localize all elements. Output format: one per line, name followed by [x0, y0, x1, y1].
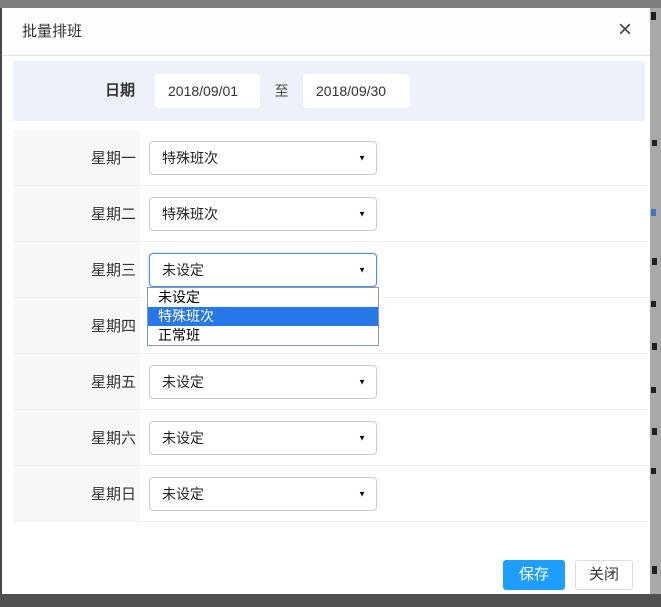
background-page-fragment — [651, 209, 656, 216]
end-date-input[interactable] — [303, 74, 410, 108]
dropdown-option-highlighted[interactable]: 特殊班次 — [148, 307, 378, 326]
weekday-rows: 星期一 特殊班次 ▼ 星期二 特殊班次 ▼ 星期三 未设定 ▼ 星期四 星期五 … — [13, 130, 650, 522]
background-overlay-bottom — [0, 594, 661, 607]
schedule-row-saturday: 星期六 未设定 ▼ — [13, 410, 650, 466]
date-range-separator: 至 — [274, 83, 289, 99]
caret-down-icon: ▼ — [358, 209, 366, 219]
date-range-section: 日期 至 — [13, 61, 645, 121]
schedule-row-tuesday: 星期二 特殊班次 ▼ — [13, 186, 650, 242]
background-page-fragment — [652, 428, 657, 435]
caret-down-icon: ▼ — [358, 489, 366, 499]
caret-down-icon: ▼ — [358, 153, 366, 163]
day-label: 星期四 — [13, 298, 140, 353]
background-page-fragment — [651, 12, 656, 20]
date-label: 日期 — [104, 82, 135, 99]
shift-select-value: 未设定 — [162, 262, 204, 278]
dropdown-option[interactable]: 正常班 — [148, 326, 378, 345]
caret-down-icon: ▼ — [358, 433, 366, 443]
caret-down-icon: ▼ — [358, 377, 366, 387]
batch-schedule-dialog: 批量排班 × 日期 至 星期一 特殊班次 ▼ 星期二 特殊班次 ▼ 星期三 未设… — [2, 8, 650, 594]
shift-select-wednesday[interactable]: 未设定 ▼ — [149, 253, 377, 287]
save-button[interactable]: 保存 — [503, 560, 565, 590]
background-page-fragment — [651, 468, 656, 474]
day-label: 星期一 — [13, 130, 140, 185]
caret-down-icon: ▼ — [358, 265, 366, 275]
day-label: 星期六 — [13, 410, 140, 465]
start-date-input[interactable] — [155, 74, 260, 108]
shift-select-value: 未设定 — [162, 486, 204, 502]
background-page-fragment — [652, 343, 657, 350]
background-page-fragment — [652, 258, 657, 265]
shift-select-value: 特殊班次 — [162, 150, 218, 166]
shift-select-dropdown: 未设定 特殊班次 正常班 — [147, 287, 379, 346]
dialog-title: 批量排班 — [22, 23, 83, 40]
shift-select-monday[interactable]: 特殊班次 ▼ — [149, 141, 377, 175]
background-page-fragment — [652, 566, 657, 574]
dropdown-option[interactable]: 未设定 — [148, 288, 378, 307]
close-icon[interactable]: × — [610, 16, 640, 46]
schedule-row-friday: 星期五 未设定 ▼ — [13, 354, 650, 410]
shift-select-value: 特殊班次 — [162, 206, 218, 222]
day-label: 星期二 — [13, 186, 140, 241]
day-label: 星期三 — [13, 242, 140, 297]
dialog-titlebar: 批量排班 × — [2, 8, 650, 56]
shift-select-value: 未设定 — [162, 430, 204, 446]
day-label: 星期五 — [13, 354, 140, 409]
background-page-fragment — [651, 387, 656, 393]
day-label: 星期日 — [13, 466, 140, 521]
shift-select-friday[interactable]: 未设定 ▼ — [149, 365, 377, 399]
shift-select-tuesday[interactable]: 特殊班次 ▼ — [149, 197, 377, 231]
schedule-row-sunday: 星期日 未设定 ▼ — [13, 466, 650, 522]
schedule-row-monday: 星期一 特殊班次 ▼ — [13, 130, 650, 186]
shift-select-sunday[interactable]: 未设定 ▼ — [149, 477, 377, 511]
shift-select-value: 未设定 — [162, 374, 204, 390]
shift-select-saturday[interactable]: 未设定 ▼ — [149, 421, 377, 455]
background-page-fragment — [652, 140, 657, 146]
close-button[interactable]: 关闭 — [575, 560, 633, 590]
background-page-fragment — [651, 301, 656, 307]
background-overlay-top — [0, 0, 661, 8]
